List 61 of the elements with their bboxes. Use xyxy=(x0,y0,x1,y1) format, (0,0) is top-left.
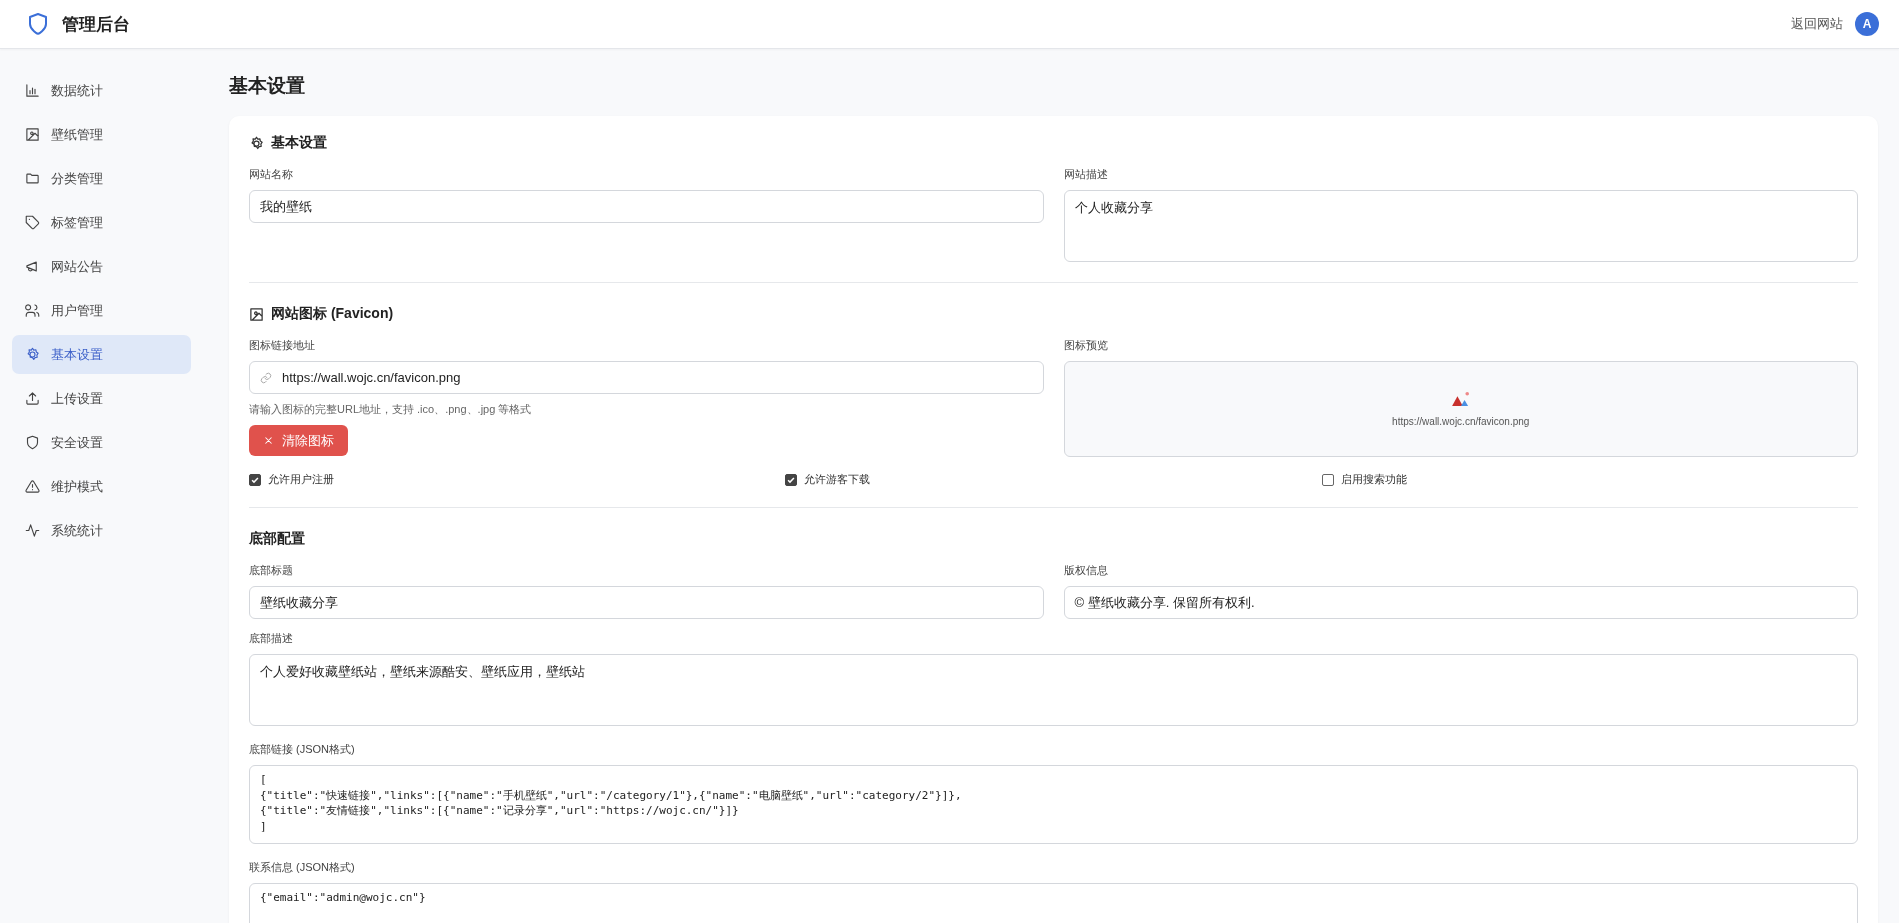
field-label: 网站描述 xyxy=(1063,167,1109,182)
hint-text: 请输入图标的完整URL地址，支持 .ico、.png、.jpg 等格式 xyxy=(249,402,533,417)
sidebar-item[interactable]: 分类管理 xyxy=(12,159,191,198)
sidebar-item[interactable]: 上传设置 xyxy=(12,379,191,418)
sidebar-item[interactable]: 安全设置 xyxy=(12,423,191,462)
field-label: 图标链接地址 xyxy=(249,338,316,353)
code-textarea-field[interactable]: {"email":"admin@wojc.cn"} xyxy=(249,883,1858,923)
settings-icon xyxy=(249,135,264,151)
checkbox[interactable] xyxy=(1321,473,1334,486)
field-label: 联系信息 (JSON格式) xyxy=(249,860,356,875)
user-avatar[interactable]: A xyxy=(1855,12,1879,36)
folder-icon xyxy=(25,171,40,186)
preview-url-text: https://wall.wojc.cn/favicon.png xyxy=(1392,416,1530,427)
link-icon xyxy=(260,371,272,384)
textarea-field[interactable]: 个人爱好收藏壁纸站，壁纸来源酷安、壁纸应用，壁纸站 xyxy=(249,654,1858,726)
shield-icon xyxy=(26,12,50,36)
sidebar-item[interactable]: 维护模式 xyxy=(12,467,191,506)
field-label: 底部链接 (JSON格式) xyxy=(249,742,356,757)
clear-icon-button[interactable]: 清除图标 xyxy=(249,425,348,456)
sidebar-item[interactable]: 壁纸管理 xyxy=(12,115,191,154)
url-input-field[interactable]: https://wall.wojc.cn/favicon.png xyxy=(249,361,1044,394)
section-title: 底部配置 xyxy=(249,530,305,548)
input-field[interactable]: 我的壁纸 xyxy=(249,190,1044,223)
image-icon xyxy=(249,306,264,322)
section-title: 网站图标 (Favicon) xyxy=(271,305,394,323)
settings-icon xyxy=(25,347,40,362)
field-label: 底部描述 xyxy=(249,631,294,646)
upload-icon xyxy=(25,391,40,406)
back-to-site-link[interactable]: 返回网站 xyxy=(1791,15,1843,33)
bar-chart-icon xyxy=(25,83,40,98)
input-field[interactable]: 壁纸收藏分享 xyxy=(249,586,1044,619)
page-title: 基本设置 xyxy=(229,74,306,98)
checkbox[interactable] xyxy=(785,473,798,486)
field-label: 底部标题 xyxy=(249,563,294,578)
sidebar-item[interactable]: 网站公告 xyxy=(12,247,191,286)
input-field[interactable]: © 壁纸收藏分享. 保留所有权利. xyxy=(1063,586,1858,619)
image-icon xyxy=(25,127,40,142)
sidebar-item[interactable]: 基本设置 xyxy=(12,335,191,374)
warning-icon xyxy=(25,479,40,494)
sidebar-item[interactable]: 用户管理 xyxy=(12,291,191,330)
field-label: 图标预览 xyxy=(1063,338,1109,353)
checkbox-label: 启用搜索功能 xyxy=(1340,472,1407,487)
tag-icon xyxy=(25,215,40,230)
users-icon xyxy=(25,303,40,318)
checkbox-label: 允许游客下载 xyxy=(804,472,871,487)
app-title: 管理后台 xyxy=(62,13,130,36)
checkbox[interactable] xyxy=(249,473,261,486)
field-label: 网站名称 xyxy=(249,167,294,182)
sidebar-item[interactable]: 系统统计 xyxy=(12,511,191,550)
pulse-icon xyxy=(25,523,40,538)
sidebar-item[interactable]: 标签管理 xyxy=(12,203,191,242)
code-textarea-field[interactable]: [ {"title":"快速链接","links":[{"name":"手机壁纸","url":"/category/1"},{"name":"电脑壁纸","url":"category/2"}]}, {"title":"友情链接","links":[{"name":"记录分享","url":"https://wojc.cn/"}]} ] xyxy=(249,765,1858,844)
field-label: 版权信息 xyxy=(1063,563,1109,578)
shield-icon xyxy=(25,435,40,450)
textarea-field[interactable]: 个人收藏分享 xyxy=(1063,190,1858,262)
close-icon xyxy=(263,435,274,446)
mountain-icon xyxy=(1450,391,1471,407)
section-title: 基本设置 xyxy=(271,134,327,152)
megaphone-icon xyxy=(25,259,40,274)
sidebar-item[interactable]: 数据统计 xyxy=(12,71,191,110)
checkbox-label: 允许用户注册 xyxy=(268,472,334,487)
